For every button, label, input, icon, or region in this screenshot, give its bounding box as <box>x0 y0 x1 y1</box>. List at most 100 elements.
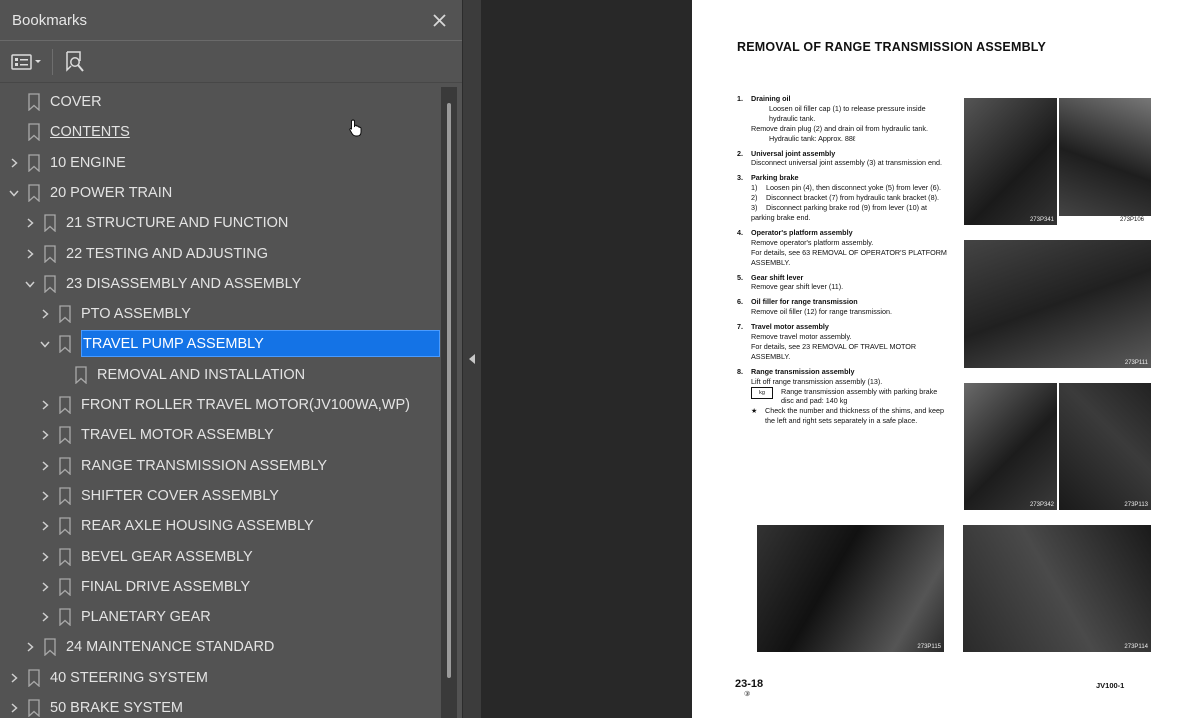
bookmark-label[interactable]: TRAVEL MOTOR ASSEMBLY <box>81 420 274 450</box>
bookmark-label[interactable]: TRAVEL PUMP ASSEMBLY <box>81 330 440 358</box>
photo-3: 273P111 <box>964 240 1151 368</box>
photo-5: 273P113 <box>1059 383 1151 510</box>
chevron-right-icon[interactable] <box>7 671 21 685</box>
bookmark-icon <box>59 487 71 505</box>
bookmark-row[interactable]: PLANETARY GEAR <box>0 602 441 632</box>
bookmark-icon <box>59 305 71 324</box>
bookmark-row[interactable]: TRAVEL MOTOR ASSEMBLY <box>0 420 441 450</box>
bookmark-label[interactable]: PTO ASSEMBLY <box>81 299 191 329</box>
step-8: 8. Range transmission assembly Lift off r… <box>737 366 944 426</box>
bookmark-label[interactable]: FINAL DRIVE ASSEMBLY <box>81 572 250 602</box>
bookmark-row[interactable]: REAR AXLE HOUSING ASSEMBLY <box>0 511 441 541</box>
bookmark-scrollbar[interactable] <box>441 87 457 718</box>
bookmark-label[interactable]: PLANETARY GEAR <box>81 602 211 632</box>
bookmark-icon <box>28 153 40 172</box>
bookmark-icon <box>59 517 71 536</box>
bookmark-row[interactable]: 22 TESTING AND ADJUSTING <box>0 239 441 269</box>
photo-6: 273P115 <box>757 525 944 652</box>
bookmark-label[interactable]: REAR AXLE HOUSING ASSEMBLY <box>81 511 314 541</box>
bookmark-icon <box>59 335 71 354</box>
procedure-steps: 1. Draining oil Loosen oil filler cap (1)… <box>737 94 949 431</box>
bookmark-label[interactable]: 40 STEERING SYSTEM <box>50 663 208 693</box>
bookmarks-title: Bookmarks <box>12 11 88 29</box>
bookmark-label[interactable]: 21 STRUCTURE AND FUNCTION <box>66 208 288 238</box>
model-code: JV100-1 <box>1096 681 1125 690</box>
chevron-right-icon[interactable] <box>23 247 37 261</box>
bookmark-row[interactable]: REMOVAL AND INSTALLATION <box>0 360 441 390</box>
bookmark-icon <box>28 93 40 111</box>
close-icon[interactable] <box>430 11 448 29</box>
chevron-right-icon[interactable] <box>7 156 21 170</box>
bookmark-icon <box>59 578 71 596</box>
bookmark-icon <box>28 699 40 717</box>
chevron-down-icon[interactable] <box>38 337 52 351</box>
bookmark-row[interactable]: BEVEL GEAR ASSEMBLY <box>0 542 441 572</box>
bookmark-label[interactable]: 23 DISASSEMBLY AND ASSEMBLY <box>66 269 301 299</box>
find-bookmark-button[interactable] <box>65 47 87 77</box>
bookmark-label[interactable]: 50 BRAKE SYSTEM <box>50 693 183 718</box>
step-5: 5. Gear shift lever Remove gear shift lev… <box>737 272 844 292</box>
chevron-right-icon[interactable] <box>38 459 52 473</box>
chevron-right-icon[interactable] <box>23 640 37 654</box>
bookmark-row[interactable]: CONTENTS <box>0 117 441 147</box>
bookmark-label[interactable]: 22 TESTING AND ADJUSTING <box>66 239 268 269</box>
bookmark-row[interactable]: 20 POWER TRAIN <box>0 178 441 208</box>
bookmark-label[interactable]: BEVEL GEAR ASSEMBLY <box>81 542 253 572</box>
chevron-right-icon[interactable] <box>38 610 52 624</box>
page-revision: ③ <box>744 691 751 698</box>
bookmark-label[interactable]: 10 ENGINE <box>50 148 126 178</box>
bookmark-row[interactable]: FINAL DRIVE ASSEMBLY <box>0 572 441 602</box>
bookmark-icon <box>44 638 56 657</box>
bookmark-icon <box>59 456 71 475</box>
bookmark-row[interactable]: TRAVEL PUMP ASSEMBLY <box>0 329 441 359</box>
bookmark-icon <box>44 214 56 233</box>
find-bookmark-icon <box>66 50 84 72</box>
photo-4: 273P342 <box>964 383 1057 510</box>
bookmark-label[interactable]: RANGE TRANSMISSION ASSEMBLY <box>81 451 327 481</box>
bookmark-row[interactable]: RANGE TRANSMISSION ASSEMBLY <box>0 451 441 481</box>
page-title: REMOVAL OF RANGE TRANSMISSION ASSEMBLY <box>737 40 1047 54</box>
bookmark-row[interactable]: 21 STRUCTURE AND FUNCTION <box>0 208 441 238</box>
chevron-right-icon[interactable] <box>38 489 52 503</box>
bookmark-row[interactable]: 24 MAINTENANCE STANDARD <box>0 632 441 662</box>
bookmark-label[interactable]: REMOVAL AND INSTALLATION <box>97 360 305 390</box>
chevron-right-icon[interactable] <box>38 428 52 442</box>
bookmark-row[interactable]: 10 ENGINE <box>0 148 441 178</box>
bookmark-label[interactable]: 24 MAINTENANCE STANDARD <box>66 632 274 662</box>
bookmark-label[interactable]: SHIFTER COVER ASSEMBLY <box>81 481 279 511</box>
bookmark-row[interactable]: 23 DISASSEMBLY AND ASSEMBLY <box>0 269 441 299</box>
bookmark-icon <box>59 396 71 414</box>
bookmark-row[interactable]: FRONT ROLLER TRAVEL MOTOR(JV100WA,WP) <box>0 390 441 420</box>
page-number: 23-18 <box>735 678 764 690</box>
scrollbar-thumb[interactable] <box>447 103 451 678</box>
bookmark-label[interactable]: COVER <box>50 87 102 117</box>
step-1: 1. Draining oil Loosen oil filler cap (1)… <box>737 94 928 143</box>
bookmark-icon <box>59 426 71 445</box>
step-7: 7. Travel motor assembly Remove travel mo… <box>737 322 917 361</box>
bookmark-label[interactable]: 20 POWER TRAIN <box>50 178 172 208</box>
bookmark-options-button[interactable] <box>10 47 42 77</box>
bookmark-row[interactable]: SHIFTER COVER ASSEMBLY <box>0 481 441 511</box>
chevron-right-icon[interactable] <box>38 398 52 412</box>
chevron-right-icon[interactable] <box>7 701 21 715</box>
weight-kg-icon: kg <box>751 386 773 399</box>
chevron-right-icon[interactable] <box>38 519 52 533</box>
bookmark-label[interactable]: FRONT ROLLER TRAVEL MOTOR(JV100WA,WP) <box>81 390 410 420</box>
chevron-right-icon[interactable] <box>38 307 52 321</box>
bookmark-row[interactable]: 50 BRAKE SYSTEM <box>0 693 441 718</box>
bookmark-icon <box>28 123 40 142</box>
panel-splitter[interactable] <box>462 0 481 718</box>
bookmark-label[interactable]: CONTENTS <box>50 117 130 147</box>
chevron-down-icon[interactable] <box>23 277 37 291</box>
step-2: 2. Universal joint assembly Disconnect un… <box>737 148 942 168</box>
pdf-viewer: Bookmarks COVER CONTENTS 10 ENGINE 20 PO… <box>0 0 1200 718</box>
chevron-right-icon[interactable] <box>38 580 52 594</box>
bookmark-row[interactable]: 40 STEERING SYSTEM <box>0 663 441 693</box>
chevron-down-icon[interactable] <box>7 186 21 200</box>
bookmark-row[interactable]: PTO ASSEMBLY <box>0 299 441 329</box>
chevron-right-icon[interactable] <box>38 550 52 564</box>
collapse-panel-arrow-icon[interactable] <box>468 353 476 365</box>
document-view[interactable]: REMOVAL OF RANGE TRANSMISSION ASSEMBLY 1… <box>481 0 1200 718</box>
chevron-right-icon[interactable] <box>23 216 37 230</box>
bookmark-row[interactable]: COVER <box>0 87 441 117</box>
